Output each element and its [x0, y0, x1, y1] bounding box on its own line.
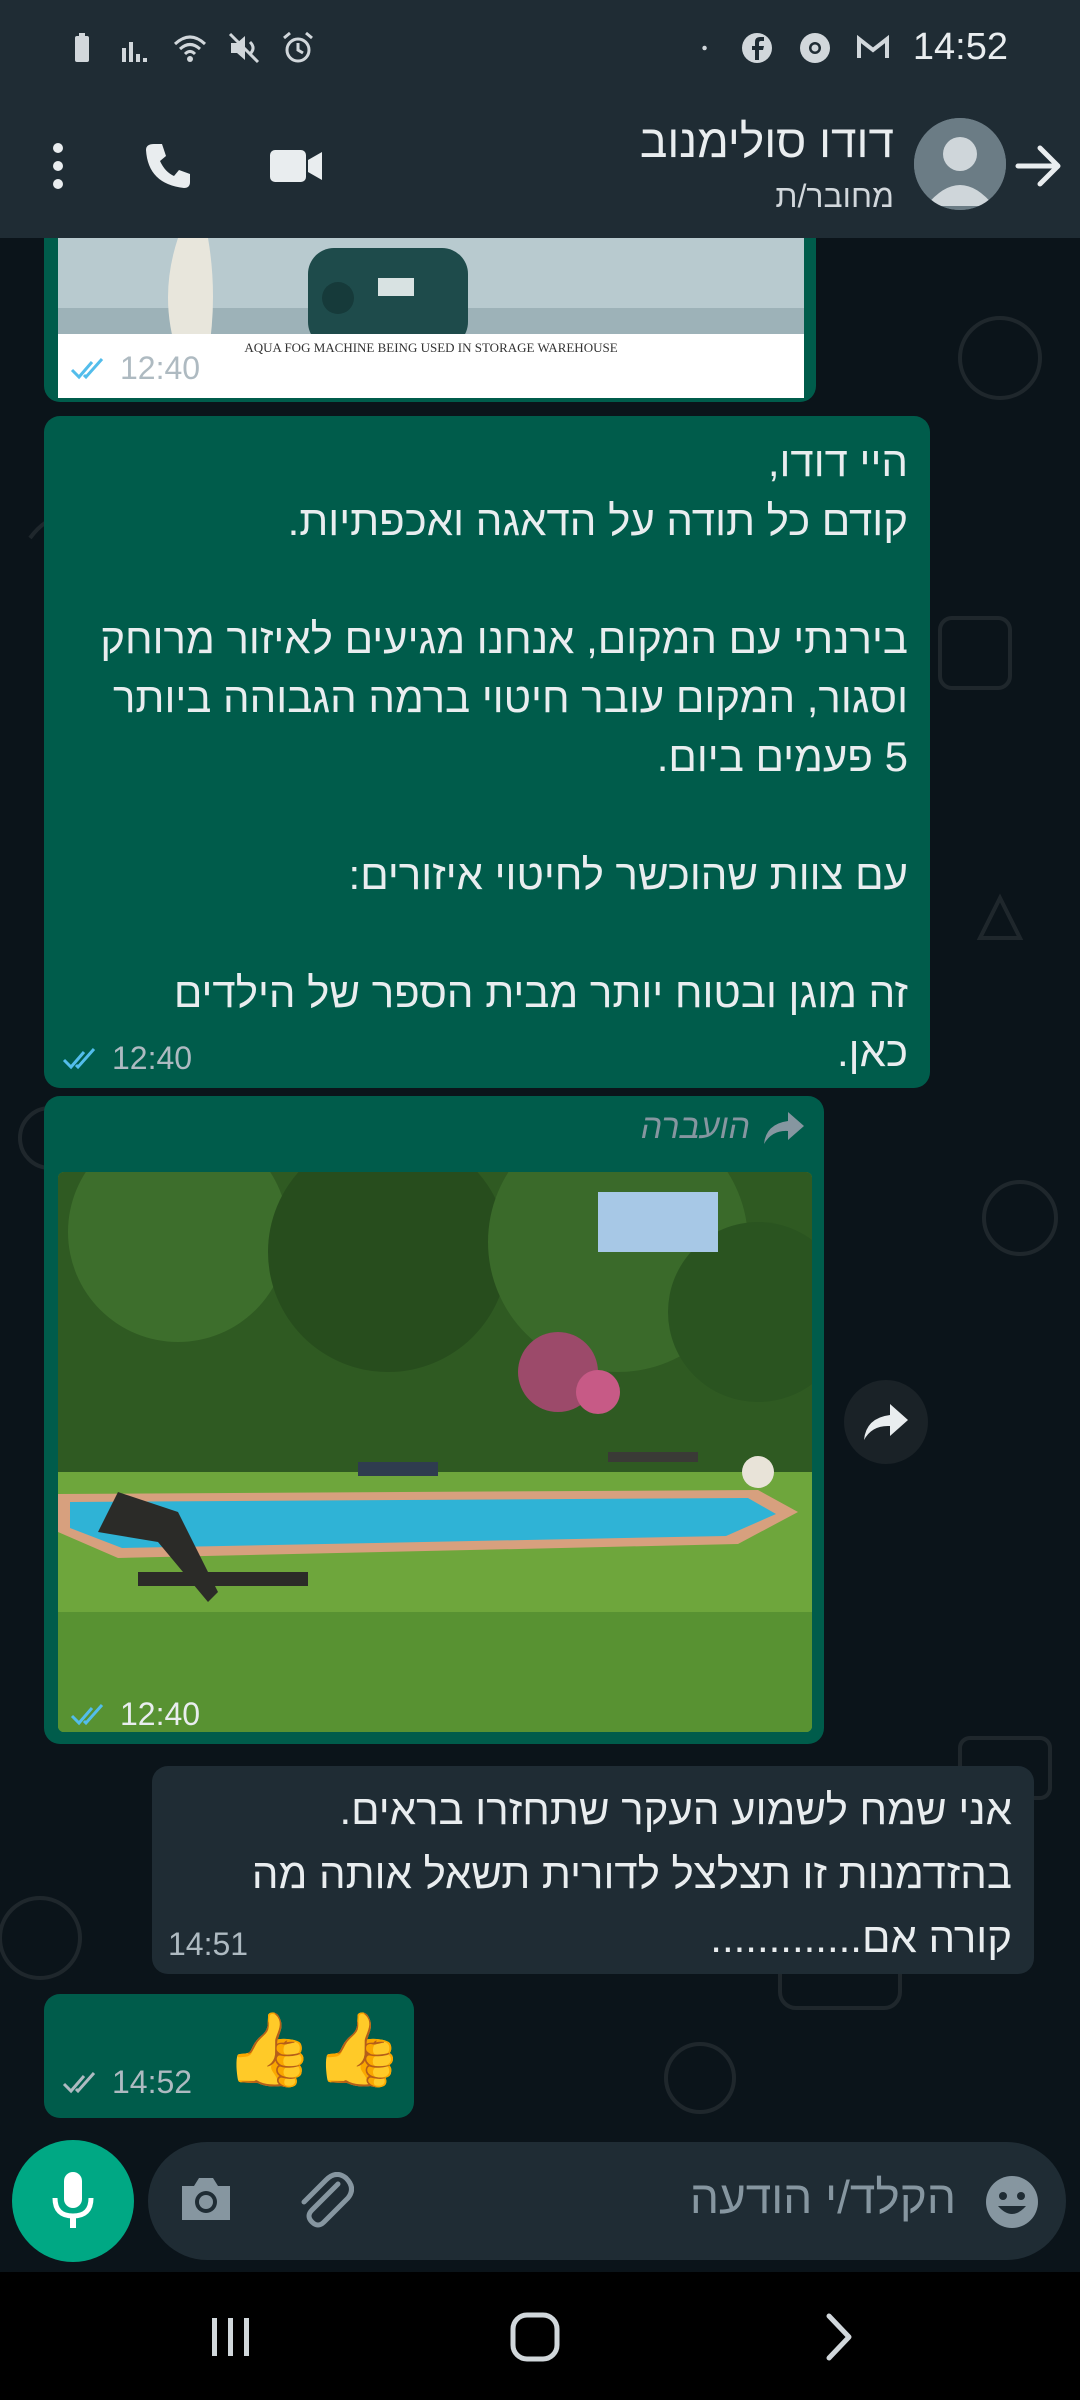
- chat-area[interactable]: AQUA FOG MACHINE BEING USED IN STORAGE W…: [0, 238, 1080, 2130]
- avatar[interactable]: [914, 118, 1006, 210]
- share-forward-button[interactable]: [844, 1380, 928, 1464]
- home-icon: [510, 2312, 560, 2362]
- message-meta: 12:40: [70, 350, 200, 387]
- emoji-button[interactable]: [984, 2174, 1040, 2235]
- message-meta: 12:40: [70, 1696, 200, 1733]
- back-chevron-icon: [826, 2313, 852, 2361]
- read-ticks-icon: [70, 357, 104, 379]
- dot-icon: [702, 45, 707, 50]
- message-text: היי דודו, קודם כל תודה על הדאגה ואכפתיות…: [100, 438, 908, 1075]
- recent-apps-icon: [212, 2318, 249, 2356]
- paperclip-icon: [301, 2172, 354, 2228]
- default-avatar-icon: [914, 118, 1006, 210]
- back-arrow-icon[interactable]: [1010, 138, 1066, 194]
- recent-apps-button[interactable]: [196, 2302, 266, 2372]
- message-time: 12:40: [112, 1040, 193, 1076]
- message-time: 12:40: [120, 350, 201, 386]
- phone-icon: [146, 144, 190, 188]
- forwarded-arrow-icon: [764, 1111, 804, 1144]
- camera-icon: [182, 2178, 230, 2220]
- system-navigation-bar: [0, 2272, 1080, 2400]
- gmail-icon: [856, 34, 889, 58]
- message-time: 12:40: [120, 1696, 201, 1732]
- contact-status: מחובר/ת: [775, 178, 894, 214]
- video-camera-icon: [270, 150, 322, 182]
- home-button[interactable]: [500, 2302, 570, 2372]
- wifi-icon: [173, 35, 207, 62]
- battery-icon: [75, 33, 89, 62]
- microphone-icon: [52, 2172, 94, 2228]
- voice-record-button[interactable]: [12, 2140, 134, 2262]
- forward-arrow-icon: [864, 1404, 908, 1440]
- read-ticks-icon: [70, 1703, 104, 1725]
- emoji-message: 👍👍: [224, 2010, 404, 2090]
- clock: 14:52: [912, 26, 1008, 68]
- image-garden-pool: [58, 1172, 812, 1732]
- forwarded-text: הועברה: [640, 1108, 750, 1146]
- message-meta: 12:40: [62, 1040, 192, 1077]
- attach-button[interactable]: [294, 2172, 354, 2235]
- signal-icon: [122, 42, 147, 62]
- message-text: אני שמח לשמוע העקר שתחזרו בראים. בהזדמנו…: [251, 1786, 1012, 1961]
- message-image-garden-pool[interactable]: [58, 1172, 812, 1732]
- voice-call-button[interactable]: [136, 134, 200, 198]
- status-bar: 14:52: [0, 0, 1080, 92]
- video-call-button[interactable]: [264, 134, 328, 198]
- contact-name[interactable]: דודו סולימנוב: [640, 114, 894, 168]
- mute-icon: [228, 32, 260, 64]
- status-icons-right: 14:52: [701, 26, 1008, 69]
- alarm-icon: [283, 31, 313, 63]
- back-button[interactable]: [802, 2302, 872, 2372]
- message-time: 14:51: [168, 1926, 249, 1962]
- delivered-ticks-icon: [62, 2071, 96, 2093]
- message-meta: 14:51: [168, 1926, 248, 1963]
- camera-button[interactable]: [178, 2174, 234, 2229]
- emoji-icon: [986, 2176, 1038, 2228]
- message-time: 14:52: [112, 2064, 193, 2100]
- message-input[interactable]: הקלד/י הודעה: [690, 2170, 956, 2224]
- status-icons-left: [64, 30, 316, 66]
- chrome-icon: [799, 32, 830, 63]
- message-meta: 14:52: [62, 2064, 192, 2101]
- forwarded-label: הועברה: [641, 1108, 806, 1147]
- menu-button[interactable]: [26, 134, 90, 198]
- read-ticks-icon: [62, 1047, 96, 1069]
- message-composer: הקלד/י הודעה: [148, 2142, 1066, 2260]
- chat-header: דודו סולימנוב מחובר/ת: [0, 92, 1080, 238]
- more-vertical-icon: [53, 143, 63, 189]
- facebook-icon: [741, 32, 772, 63]
